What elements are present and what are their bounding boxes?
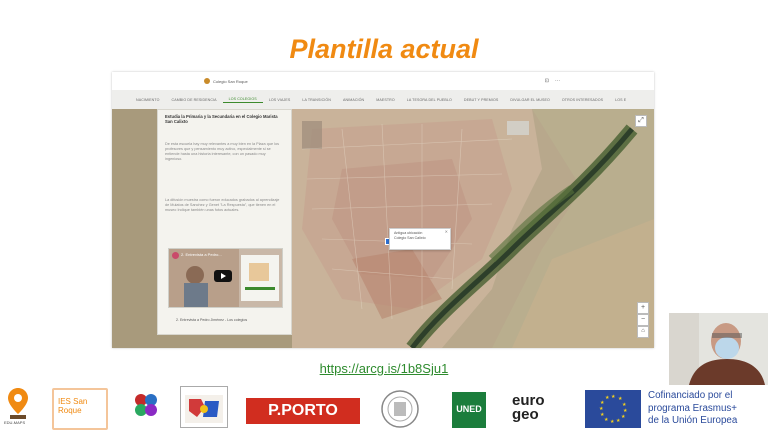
- universidade-seal-logo: [377, 388, 423, 428]
- panel-paragraph-2: La difusión muestra como fueron educados…: [165, 198, 280, 213]
- panel-paragraph-1: De esta escuela hay muy relevantes a muy…: [165, 142, 279, 162]
- ies-san-roque-logo: IES San Roque: [52, 388, 108, 430]
- eu-cofinanced-text: Cofinanciado por el programa Erasmus+ de…: [648, 390, 766, 430]
- brand-logo-icon: [204, 78, 210, 84]
- svg-text:★: ★: [605, 395, 610, 401]
- story-link[interactable]: https://arcg.is/1b8Sju1: [0, 361, 768, 376]
- p-porto-label: P.PORTO: [268, 402, 338, 419]
- partner-logos-footer: EDU-MAPS IES San Roque P.PORTO UNED euro…: [0, 384, 768, 432]
- video-badge-icon: [172, 252, 179, 259]
- video-embed[interactable]: 2. Entrevista a Pedro...: [168, 248, 283, 308]
- uned-logo: UNED: [452, 392, 486, 428]
- more-icon[interactable]: ···: [555, 78, 560, 84]
- satellite-map[interactable]: Estudia la Primaria y la Secundaria en e…: [112, 109, 654, 348]
- video-caption: 2. Entrevista a Pedro Jiménez - Los cole…: [176, 318, 248, 322]
- play-icon: [221, 273, 226, 279]
- nav-item-nacimiento[interactable]: NACIMIENTO: [130, 98, 166, 102]
- escola-logo-icon: [135, 394, 157, 416]
- nav-item-debut-premios[interactable]: DEBUT Y PREMIOS: [458, 98, 504, 102]
- nav-item-la-transicion[interactable]: LA TRANSICIÓN: [296, 98, 337, 102]
- share-icon[interactable]: ⊡: [545, 78, 549, 84]
- nav-item-cambio-residencia[interactable]: CAMBIO DE RESIDENCIA: [166, 98, 223, 102]
- panel-heading: Estudia la Primaria y la Secundaria en e…: [165, 114, 278, 125]
- eurogeo-label: euro geo: [512, 392, 545, 424]
- nav-item-los-viajes[interactable]: LOS VIAJES: [263, 98, 297, 102]
- map-popup[interactable]: Antigua ubicación Colegio San Calixto ✕: [389, 228, 451, 250]
- nav-item-animacion[interactable]: ANIMACIÓN: [337, 98, 370, 102]
- svg-text:★: ★: [611, 394, 616, 400]
- popup-line-2: Colegio San Calixto: [394, 236, 426, 241]
- svg-text:★: ★: [604, 417, 609, 423]
- eu-flag-icon: ★ ★ ★ ★ ★ ★ ★ ★ ★ ★ ★ ★: [585, 390, 641, 428]
- app-header: Colegio San Roque ⊡ ···: [112, 72, 654, 90]
- slide-title: Plantilla actual: [289, 34, 479, 64]
- story-side-panel: Estudia la Primaria y la Secundaria en e…: [157, 109, 292, 335]
- svg-text:★: ★: [599, 406, 604, 412]
- presenter-video: [669, 313, 768, 385]
- edu-maps-logo: EDU-MAPS: [4, 386, 32, 426]
- eu-text-line-1: Cofinanciado por el: [648, 390, 733, 401]
- storymap-app-window: Colegio San Roque ⊡ ··· NACIMIENTO CAMBI…: [112, 72, 654, 348]
- uned-label: UNED: [456, 404, 482, 414]
- play-button[interactable]: [214, 270, 232, 282]
- zoom-in-button[interactable]: +: [637, 302, 649, 314]
- eurogeo-logo: euro geo: [510, 392, 568, 426]
- escola-logo: [131, 390, 161, 424]
- eu-text-line-2: programa Erasmus+: [648, 402, 738, 414]
- video-title: 2. Entrevista a Pedro...: [181, 252, 222, 257]
- story-navigation-bar: NACIMIENTO CAMBIO DE RESIDENCIA LOS COLE…: [112, 90, 654, 110]
- webcam-feed: [669, 313, 768, 385]
- nav-item-tesora-pueblo[interactable]: LA TESORA DEL PUEBLO: [401, 98, 458, 102]
- eu-stars-icon: ★ ★★ ★★★ ★★★ ★★★: [599, 394, 628, 425]
- agrupamento-logo: [180, 386, 228, 428]
- nav-item-maestro[interactable]: MAESTRO: [370, 98, 400, 102]
- ies-san-roque-label: IES San Roque: [58, 397, 88, 415]
- home-button[interactable]: ⌂: [637, 326, 649, 338]
- nav-item-los-colegios[interactable]: LOS COLEGIOS: [222, 97, 263, 103]
- p-porto-logo: P.PORTO: [246, 398, 360, 424]
- nav-item-divulgar-museo[interactable]: DIVULGAR EL MUSEO: [504, 98, 556, 102]
- expand-map-button[interactable]: ⤢: [635, 115, 647, 127]
- svg-text:★: ★: [610, 419, 615, 425]
- app-brand-name: Colegio San Roque: [213, 78, 248, 84]
- eu-text-line-3: de la Unión Europea: [648, 415, 738, 427]
- university-seal-icon: [381, 390, 419, 428]
- svg-text:★: ★: [616, 418, 621, 424]
- nav-item-otros-interesados[interactable]: OTROS INTERESADOS: [556, 98, 609, 102]
- svg-text:★: ★: [621, 414, 626, 420]
- nav-item-overflow[interactable]: LOS E: [609, 98, 632, 102]
- popup-close-icon[interactable]: ✕: [445, 229, 448, 235]
- agrupamento-logo-icon: [185, 395, 223, 423]
- edu-maps-label: EDU-MAPS: [4, 420, 26, 425]
- svg-text:★: ★: [600, 412, 605, 418]
- zoom-out-button[interactable]: −: [637, 314, 649, 326]
